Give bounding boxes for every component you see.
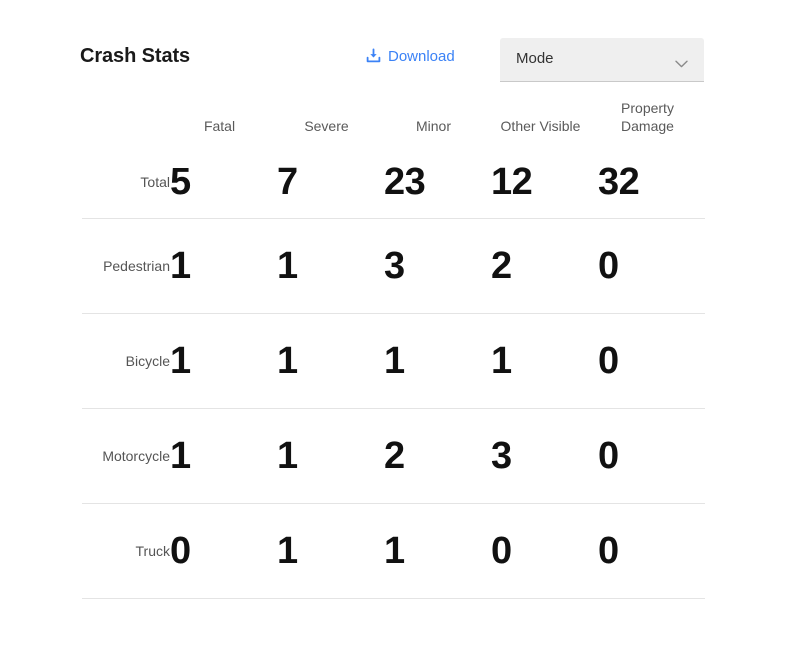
table-row: Total 5 7 23 12 32 xyxy=(82,145,705,219)
row-label-truck: Truck xyxy=(82,503,170,599)
column-header-row-label xyxy=(82,100,170,146)
cell-motorcycle-fatal: 1 xyxy=(170,408,277,504)
column-header-other-visible: Other Visible xyxy=(491,100,598,146)
table-row: Truck 0 1 1 0 0 xyxy=(82,503,705,599)
column-header-fatal-label: Fatal xyxy=(203,117,236,134)
row-label-bicycle: Bicycle xyxy=(82,313,170,409)
cell-total-severe: 7 xyxy=(277,145,384,219)
cell-pedestrian-property-damage: 0 xyxy=(598,218,705,314)
crash-stats-table: Fatal Severe Minor Other Visible Propert… xyxy=(82,100,705,599)
panel-header: Crash Stats Download Mode xyxy=(80,36,705,84)
cell-truck-severe: 1 xyxy=(277,503,384,599)
row-label-motorcycle: Motorcycle xyxy=(82,408,170,504)
cell-bicycle-property-damage: 0 xyxy=(598,313,705,409)
cell-total-other-visible: 12 xyxy=(491,145,598,219)
chevron-down-icon xyxy=(675,55,688,68)
column-header-minor-label: Minor xyxy=(415,117,451,134)
crash-stats-panel: Crash Stats Download Mode Fatal Severe M… xyxy=(0,0,788,658)
row-label-pedestrian: Pedestrian xyxy=(82,218,170,314)
cell-total-property-damage: 32 xyxy=(598,145,705,219)
cell-total-fatal: 5 xyxy=(170,145,277,219)
cell-truck-minor: 1 xyxy=(384,503,491,599)
mode-dropdown-value: Mode xyxy=(516,50,554,67)
table-row: Pedestrian 1 1 3 2 0 xyxy=(82,218,705,314)
download-label: Download xyxy=(388,48,455,65)
row-label-total: Total xyxy=(82,145,170,219)
table-header: Fatal Severe Minor Other Visible Propert… xyxy=(82,100,705,146)
cell-pedestrian-other-visible: 2 xyxy=(491,218,598,314)
cell-pedestrian-fatal: 1 xyxy=(170,218,277,314)
cell-motorcycle-property-damage: 0 xyxy=(598,408,705,504)
cell-pedestrian-severe: 1 xyxy=(277,218,384,314)
table-header-row: Fatal Severe Minor Other Visible Propert… xyxy=(82,100,705,146)
column-header-other-visible-label: Other Visible xyxy=(500,117,581,134)
download-icon xyxy=(365,48,382,65)
cell-motorcycle-minor: 2 xyxy=(384,408,491,504)
cell-bicycle-minor: 1 xyxy=(384,313,491,409)
cell-truck-property-damage: 0 xyxy=(598,503,705,599)
cell-pedestrian-minor: 3 xyxy=(384,218,491,314)
table-body: Total 5 7 23 12 32 Pedestrian 1 1 3 2 0 … xyxy=(82,145,705,599)
cell-total-minor: 23 xyxy=(384,145,491,219)
cell-bicycle-fatal: 1 xyxy=(170,313,277,409)
table-row: Motorcycle 1 1 2 3 0 xyxy=(82,408,705,504)
page-title: Crash Stats xyxy=(80,45,191,67)
cell-motorcycle-other-visible: 3 xyxy=(491,408,598,504)
cell-bicycle-severe: 1 xyxy=(277,313,384,409)
column-header-minor: Minor xyxy=(384,100,491,146)
cell-truck-other-visible: 0 xyxy=(491,503,598,599)
column-header-property-damage: Property Damage xyxy=(598,100,705,146)
column-header-property-damage-label: Property Damage xyxy=(621,100,674,134)
cell-bicycle-other-visible: 1 xyxy=(491,313,598,409)
column-header-severe-label: Severe xyxy=(304,117,349,134)
column-header-severe: Severe xyxy=(277,100,384,146)
column-header-fatal: Fatal xyxy=(170,100,277,146)
mode-dropdown[interactable]: Mode xyxy=(500,38,704,82)
download-button[interactable]: Download xyxy=(365,48,455,65)
cell-truck-fatal: 0 xyxy=(170,503,277,599)
cell-motorcycle-severe: 1 xyxy=(277,408,384,504)
table-row: Bicycle 1 1 1 1 0 xyxy=(82,313,705,409)
